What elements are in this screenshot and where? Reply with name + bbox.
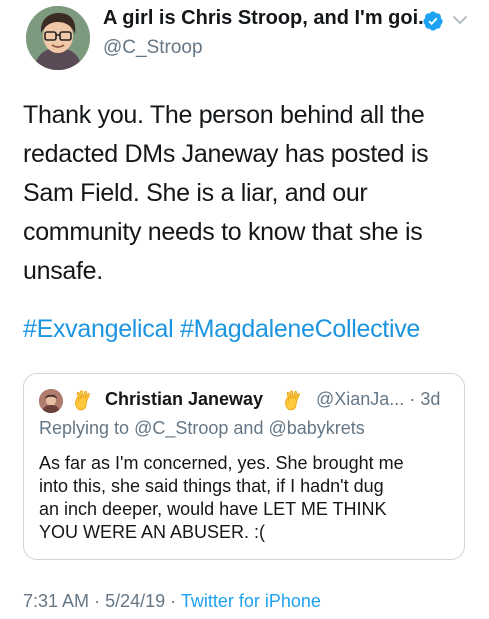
quoted-text-line: As far as I'm concerned, yes. She brough… bbox=[39, 453, 404, 473]
quoted-author-handle-and-age: @XianJa... · 3d bbox=[316, 389, 440, 410]
quoted-text-line: an inch deeper, would have LET ME THINK bbox=[39, 499, 387, 519]
separator-dot: · bbox=[170, 591, 177, 611]
separator-dot: · bbox=[94, 591, 101, 611]
quoted-tweet-age: 3d bbox=[420, 389, 441, 409]
quoted-author-name[interactable]: Christian Janeway bbox=[105, 389, 263, 410]
quoted-tweet-card[interactable]: Christian Janeway @XianJa... · 3d Replyi… bbox=[23, 373, 465, 560]
tweet-text: Thank you. The person behind all the red… bbox=[23, 96, 473, 291]
quoted-avatar-illustration bbox=[39, 389, 63, 413]
verified-badge-icon bbox=[422, 10, 444, 32]
quoted-author-avatar bbox=[39, 389, 63, 413]
author-handle[interactable]: @C_Stroop bbox=[103, 37, 203, 59]
quoted-text-line: into this, she said things that, if I ha… bbox=[39, 476, 384, 496]
quoted-author-handle[interactable]: @XianJa... bbox=[316, 389, 404, 409]
hashtag-list: #Exvangelical #MagdaleneCollective bbox=[23, 311, 420, 347]
tweet-time[interactable]: 7:31 AM bbox=[23, 591, 89, 611]
tweet-text-line: community needs to know that she is bbox=[23, 218, 423, 246]
tweet-menu-chevron-down-icon[interactable] bbox=[452, 12, 468, 28]
hashtag-link-exvangelical[interactable]: #Exvangelical bbox=[23, 315, 174, 343]
tweet-header: A girl is Chris Stroop, and I'm goi... @… bbox=[0, 0, 489, 84]
replying-to-line: Replying to @C_Stroop and @babykrets bbox=[39, 418, 365, 439]
tweet-text-line: Sam Field. She is a liar, and our bbox=[23, 179, 368, 207]
vulcan-salute-icon bbox=[282, 389, 304, 411]
hashtag-link-magdalenecollective[interactable]: #MagdaleneCollective bbox=[180, 315, 420, 343]
separator-dot: · bbox=[409, 389, 416, 409]
author-avatar[interactable] bbox=[26, 6, 90, 70]
tweet-text-line: unsafe. bbox=[23, 257, 103, 285]
tweet-source-link[interactable]: Twitter for iPhone bbox=[181, 591, 321, 611]
quoted-text-line: YOU WERE AN ABUSER. :( bbox=[39, 522, 266, 542]
author-display-name[interactable]: A girl is Chris Stroop, and I'm goi... bbox=[103, 7, 435, 30]
tweet-metadata: 7:31 AM · 5/24/19 · Twitter for iPhone bbox=[23, 591, 321, 612]
replying-joiner: and bbox=[233, 418, 264, 438]
tweet-text-line: Thank you. The person behind all the bbox=[23, 101, 425, 129]
reply-mention-babykrets[interactable]: @babykrets bbox=[268, 418, 364, 438]
tweet-text-line: redacted DMs Janeway has posted is bbox=[23, 140, 429, 168]
tweet-date[interactable]: 5/24/19 bbox=[105, 591, 165, 611]
quoted-tweet-text: As far as I'm concerned, yes. She brough… bbox=[39, 452, 454, 544]
reply-mention-c-stroop[interactable]: @C_Stroop bbox=[134, 418, 228, 438]
avatar-illustration bbox=[26, 6, 90, 70]
vulcan-salute-icon bbox=[72, 389, 94, 411]
replying-to-label: Replying to bbox=[39, 418, 130, 438]
